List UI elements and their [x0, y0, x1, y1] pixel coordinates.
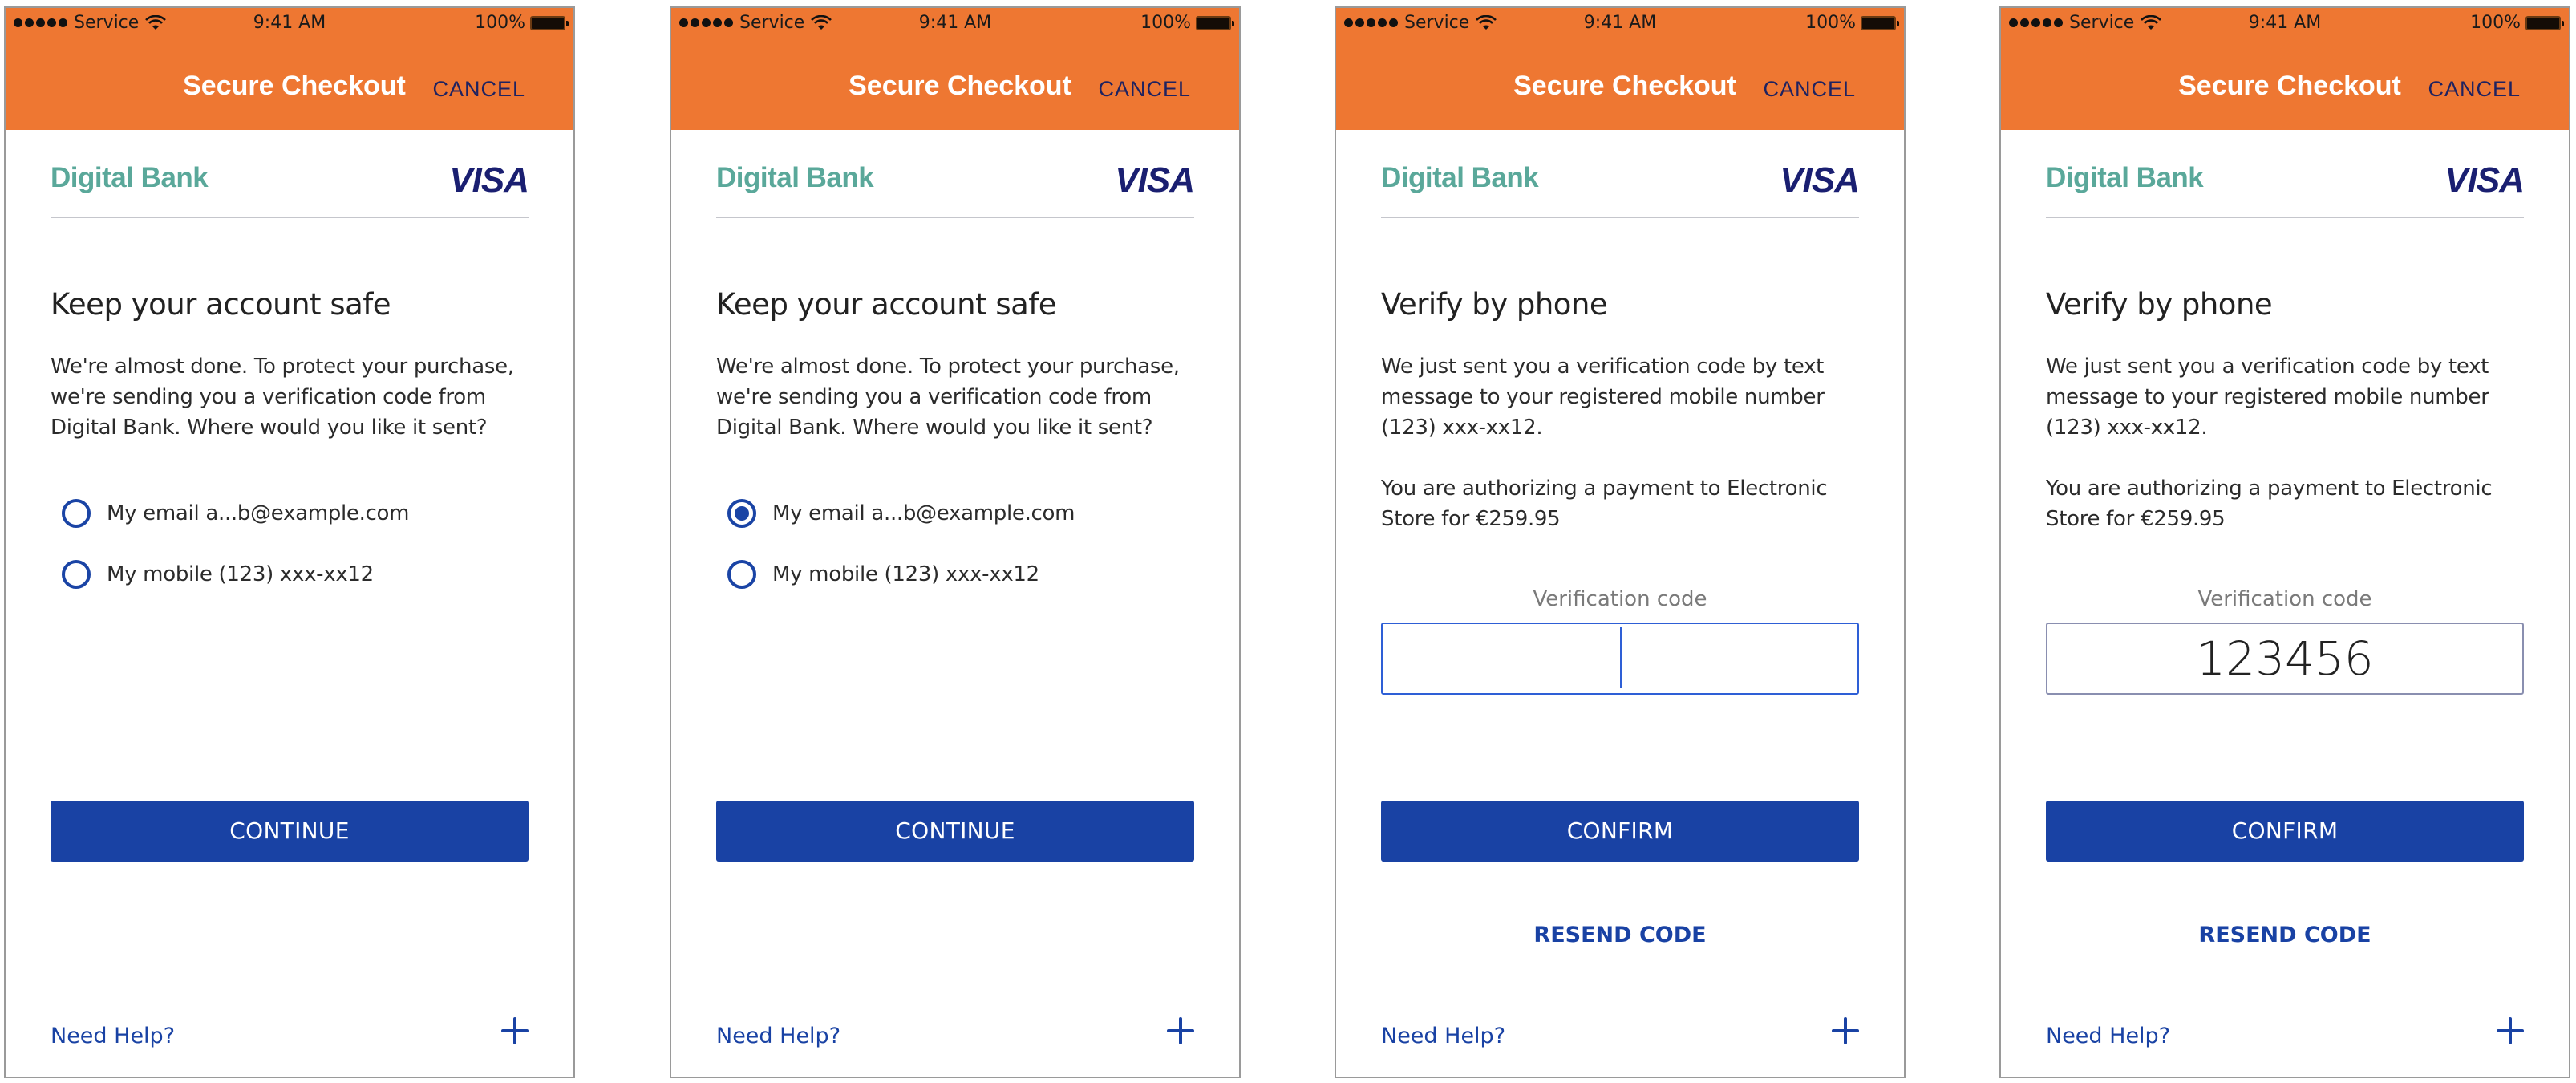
- bank-logo: Digital Bank: [2046, 162, 2204, 193]
- phone-screen-email-selected: Service 9:41 AM 100% Secure Checkout CAN…: [670, 6, 1241, 1078]
- battery-percent: 100%: [475, 13, 525, 33]
- battery-percent: 100%: [1140, 13, 1191, 33]
- instructions-text: We're almost done. To protect your purch…: [716, 355, 1180, 440]
- radio-button-unchecked[interactable]: [62, 560, 91, 589]
- bank-logo: Digital Bank: [716, 162, 874, 193]
- verification-code-label: Verification code: [1533, 587, 1707, 611]
- bank-logo: Digital Bank: [51, 162, 209, 193]
- option-label: My email a...b@example.com: [772, 501, 1075, 525]
- divider: [716, 217, 1194, 218]
- brand-row: Digital Bank VISA: [716, 160, 1195, 210]
- status-bar: Service 9:41 AM 100%: [2001, 8, 2569, 42]
- continue-button[interactable]: CONTINUE: [51, 801, 529, 862]
- phone-screen-choose-method: Service 9:41 AM 100% Secure Checkout CAN…: [4, 6, 575, 1078]
- instructions-text: We just sent you a verification code by …: [2046, 355, 2489, 440]
- plus-icon[interactable]: [1832, 1017, 1859, 1044]
- screen-heading: Verify by phone: [2046, 287, 2273, 322]
- option-mobile[interactable]: My mobile (123) xxx-xx12: [727, 560, 1039, 589]
- confirm-button[interactable]: CONFIRM: [2046, 801, 2524, 862]
- header-bar: Service 9:41 AM 100% Secure Checkout CAN…: [6, 8, 573, 130]
- instructions-text: We're almost done. To protect your purch…: [51, 355, 514, 440]
- radio-button-unchecked[interactable]: [62, 499, 91, 528]
- resend-code-link[interactable]: RESEND CODE: [2046, 923, 2524, 947]
- radio-button-unchecked[interactable]: [727, 560, 756, 589]
- battery-icon: [1861, 15, 1899, 30]
- verification-code-label: Verification code: [2197, 587, 2372, 611]
- brand-row: Digital Bank VISA: [2046, 160, 2525, 210]
- header-bar: Service 9:41 AM 100% Secure Checkout CAN…: [1336, 8, 1904, 130]
- verification-code-input[interactable]: 123456: [2046, 623, 2524, 695]
- battery-icon: [2525, 15, 2564, 30]
- divider: [2046, 217, 2524, 218]
- header-bar: Service 9:41 AM 100% Secure Checkout CAN…: [671, 8, 1239, 130]
- brand-row: Digital Bank VISA: [1381, 160, 1860, 210]
- confirm-button[interactable]: CONFIRM: [1381, 801, 1859, 862]
- need-help-link[interactable]: Need Help?: [1381, 1024, 1505, 1049]
- option-email[interactable]: My email a...b@example.com: [727, 499, 1075, 528]
- visa-logo: VISA: [1115, 160, 1195, 200]
- header-bar: Service 9:41 AM 100% Secure Checkout CAN…: [2001, 8, 2569, 130]
- screen-heading: Verify by phone: [1381, 287, 1608, 322]
- battery-percent: 100%: [1805, 13, 1856, 33]
- visa-logo: VISA: [2444, 160, 2525, 200]
- cancel-button[interactable]: CANCEL: [1098, 77, 1191, 102]
- continue-button[interactable]: CONTINUE: [716, 801, 1194, 862]
- phone-screen-verify-empty: Service 9:41 AM 100% Secure Checkout CAN…: [1335, 6, 1906, 1078]
- need-help-link[interactable]: Need Help?: [51, 1024, 175, 1049]
- cancel-button[interactable]: CANCEL: [2428, 77, 2521, 102]
- option-label: My email a...b@example.com: [107, 501, 410, 525]
- bank-logo: Digital Bank: [1381, 162, 1539, 193]
- cancel-button[interactable]: CANCEL: [432, 77, 525, 102]
- brand-row: Digital Bank VISA: [51, 160, 529, 210]
- status-bar: Service 9:41 AM 100%: [1336, 8, 1904, 42]
- resend-code-link[interactable]: RESEND CODE: [1381, 923, 1859, 947]
- status-bar: Service 9:41 AM 100%: [671, 8, 1239, 42]
- instructions-text: We just sent you a verification code by …: [1381, 355, 1825, 440]
- battery-percent: 100%: [2470, 13, 2521, 33]
- cancel-button[interactable]: CANCEL: [1763, 77, 1856, 102]
- need-help-link[interactable]: Need Help?: [716, 1024, 840, 1049]
- visa-logo: VISA: [1780, 160, 1860, 200]
- option-label: My mobile (123) xxx-xx12: [772, 562, 1039, 586]
- screen-heading: Keep your account safe: [51, 287, 391, 322]
- screen-heading: Keep your account safe: [716, 287, 1057, 322]
- plus-icon[interactable]: [1167, 1017, 1194, 1044]
- payment-summary-text: You are authorizing a payment to Electro…: [1381, 477, 1828, 531]
- radio-button-checked[interactable]: [727, 499, 756, 528]
- divider: [1381, 217, 1859, 218]
- option-email[interactable]: My email a...b@example.com: [62, 499, 409, 528]
- plus-icon[interactable]: [501, 1017, 529, 1044]
- verification-code-input[interactable]: [1381, 623, 1859, 695]
- payment-summary-text: You are authorizing a payment to Electro…: [2046, 477, 2493, 531]
- status-bar: Service 9:41 AM 100%: [6, 8, 573, 42]
- divider: [51, 217, 529, 218]
- battery-icon: [1196, 15, 1234, 30]
- option-label: My mobile (123) xxx-xx12: [107, 562, 374, 586]
- visa-logo: VISA: [449, 160, 529, 200]
- plus-icon[interactable]: [2497, 1017, 2524, 1044]
- battery-icon: [530, 15, 569, 30]
- option-mobile[interactable]: My mobile (123) xxx-xx12: [62, 560, 374, 589]
- need-help-link[interactable]: Need Help?: [2046, 1024, 2170, 1049]
- phone-screen-verify-filled: Service 9:41 AM 100% Secure Checkout CAN…: [1999, 6, 2570, 1078]
